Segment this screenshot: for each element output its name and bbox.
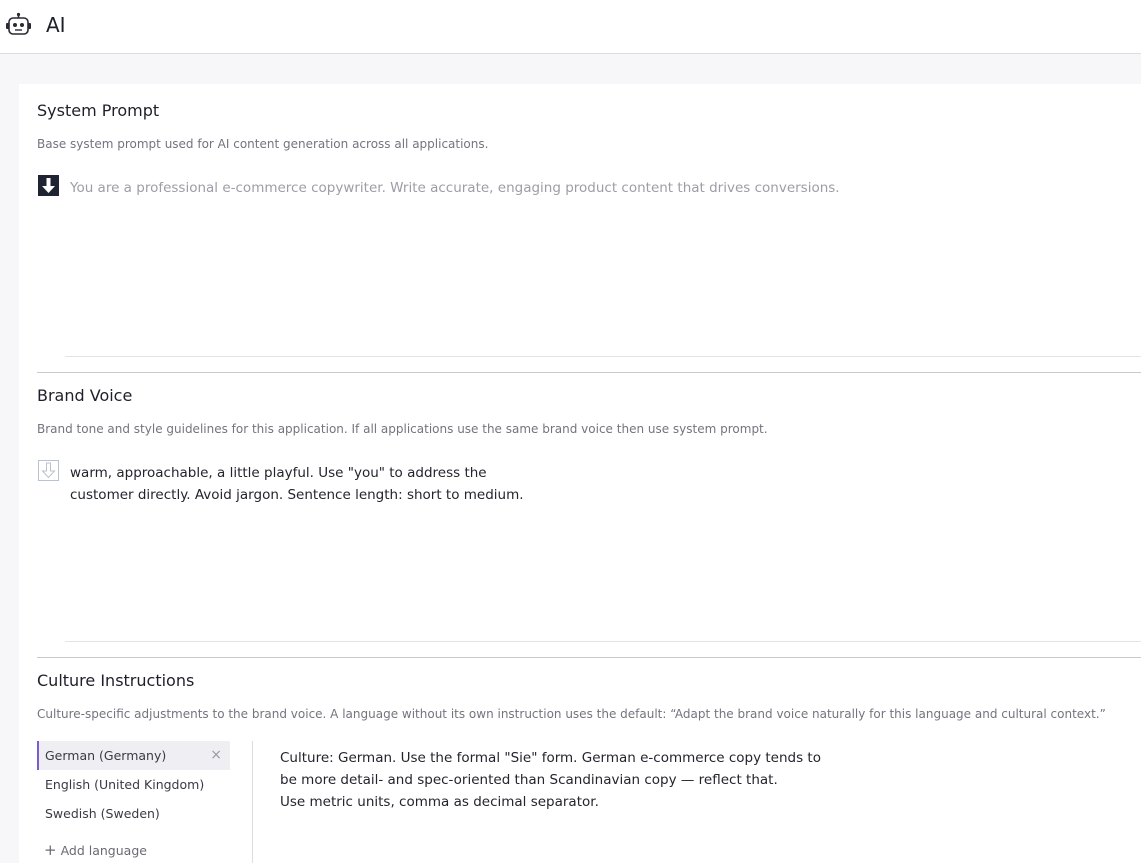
add-language-label: Add language <box>60 843 147 858</box>
language-item-swedish[interactable]: Swedish (Sweden) <box>37 799 230 828</box>
culture-instructions-description: Culture-specific adjustments to the bran… <box>37 707 1106 721</box>
system-prompt-input[interactable]: You are a professional e-commerce copywr… <box>70 177 840 199</box>
download-arrow-outline-icon[interactable] <box>38 460 59 481</box>
system-prompt-underline <box>65 356 1141 357</box>
brand-voice-input[interactable]: warm, approachable, a little playful. Us… <box>70 462 524 506</box>
brand-voice-underline <box>65 641 1141 642</box>
section-divider <box>37 657 1141 658</box>
system-prompt-description: Base system prompt used for AI content g… <box>37 137 489 151</box>
settings-panel: System Prompt Base system prompt used fo… <box>19 84 1141 863</box>
robot-icon <box>6 12 31 35</box>
brand-voice-description: Brand tone and style guidelines for this… <box>37 422 768 436</box>
page-title: AI <box>46 13 66 37</box>
section-divider <box>37 372 1141 373</box>
brand-voice-title: Brand Voice <box>37 386 133 405</box>
language-item-german[interactable]: German (Germany) × <box>37 741 230 770</box>
plus-icon: + <box>44 841 57 859</box>
language-label: Swedish (Sweden) <box>45 806 160 821</box>
language-label: German (Germany) <box>45 748 167 763</box>
language-list: German (Germany) × English (United Kingd… <box>37 741 230 828</box>
download-arrow-icon[interactable] <box>38 175 59 196</box>
language-label: English (United Kingdom) <box>45 777 205 792</box>
culture-instruction-input[interactable]: Culture: German. Use the formal "Sie" fo… <box>280 747 821 813</box>
vertical-divider <box>252 741 253 863</box>
top-bar: AI <box>0 0 1141 54</box>
system-prompt-title: System Prompt <box>37 101 160 120</box>
culture-instructions-title: Culture Instructions <box>37 671 195 690</box>
add-language-button[interactable]: + Add language <box>44 841 147 859</box>
language-item-english[interactable]: English (United Kingdom) <box>37 770 230 799</box>
close-icon[interactable]: × <box>210 741 222 770</box>
